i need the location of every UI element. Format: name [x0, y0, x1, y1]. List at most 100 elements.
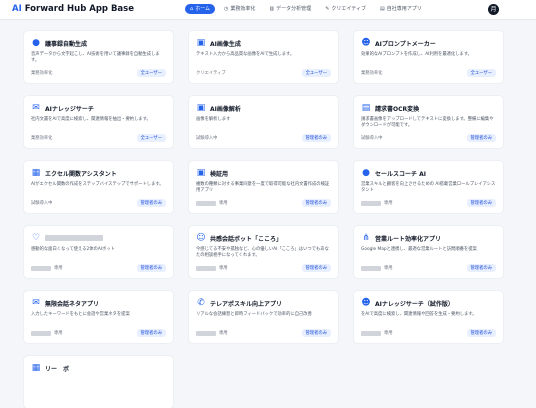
- app-card[interactable]: ▣ 検証用 複数の種類に対する事業同意を一度で取得可能な社内文書作成の検証用アプリ専…: [189, 161, 338, 213]
- table-icon: ▦: [31, 363, 41, 373]
- access-badge: 全ユーザー: [301, 69, 331, 77]
- app-card[interactable]: ▤ 請求書OCR変換請求書画像をアップロードしてテキストに変換します。整備に編集や…: [354, 96, 503, 148]
- nav-label: ホーム: [195, 6, 211, 12]
- card-description: 今感じてる不安や孤独など、心の優しいAI「こころ」はいつでもあなたの相談相手にな…: [196, 247, 329, 258]
- redacted-category: [196, 200, 216, 206]
- access-badge: 管理者のみ: [466, 134, 496, 142]
- card-title: テレアポスキル向上アプリ: [210, 301, 283, 308]
- brand-name: Forward Hub App Base: [21, 4, 134, 14]
- access-badge: 管理者のみ: [136, 329, 166, 337]
- nav-item-1[interactable]: ◷ 業務効率化: [219, 4, 260, 14]
- brand-ai: AI: [12, 4, 22, 14]
- card-category: 試験導入中: [196, 136, 218, 141]
- category-shared: 専用: [384, 266, 393, 271]
- category-shared: 専用: [219, 331, 228, 336]
- table-icon: ▦: [31, 168, 41, 178]
- app-card[interactable]: ✉ 無限会話ネタアプリ 入力したキーワードをもとに会話や営業ネタを提案 専用 管理者のみ: [24, 291, 173, 343]
- card-category: 専用: [361, 200, 393, 206]
- redacted-category: [31, 265, 51, 271]
- category-shared: 専用: [384, 201, 393, 206]
- nav-item-2[interactable]: ▥ データ分析管理: [264, 4, 316, 14]
- card-title: AIプロンプトメーカー: [375, 41, 436, 48]
- app-card[interactable]: ▦ エクセル関数アシスタント AIがエクセル関数の作成をステップバイステップでサポー…: [24, 161, 173, 213]
- access-badge: 管理者のみ: [466, 329, 496, 337]
- access-badge: 管理者のみ: [301, 134, 331, 142]
- app-card[interactable]: ☻ AIナレッジサーチ（試作版） をAIで高度に検索し、関連情報や回答を生成・要約し…: [354, 291, 503, 343]
- card-category: 専用: [196, 265, 228, 271]
- card-title: 共感会話ボット「こころ」: [210, 236, 283, 243]
- card-title: AIナレッジサーチ（試作版）: [375, 301, 454, 308]
- access-badge: 管理者のみ: [301, 199, 331, 207]
- phone-icon: ✆: [197, 298, 205, 308]
- card-category: 業務効率化: [361, 71, 383, 76]
- access-badge: 管理者のみ: [136, 199, 166, 207]
- card-description: 社内文書をAIで高度に検索し、関連情報を抽出・要約します。: [31, 117, 151, 122]
- app-card[interactable]: ⋔ 営業ルート効率化アプリ Google Mapと連携し、最適な営業ルートと訪問順番…: [354, 226, 503, 278]
- redacted-category: [361, 265, 381, 271]
- nav-item-3[interactable]: ✎ クリエイティブ: [320, 4, 371, 14]
- card-description: 効果的なAIプロンプトを作成し、AI利用を最適化します。: [361, 52, 472, 57]
- app-card[interactable]: ● セールスコーチ AI 営業スキルと顧客を向上させるための AI搭載営業ロールプレ…: [354, 161, 503, 213]
- mic-icon: ●: [32, 38, 40, 48]
- card-title: AIナレッジサーチ: [45, 106, 94, 113]
- redacted-category: [31, 330, 51, 336]
- document-icon: ▤: [361, 103, 371, 113]
- redacted-category: [196, 265, 216, 271]
- card-description: 入力したキーワードをもとに会話や営業ネタを提案: [31, 312, 130, 317]
- card-category: 業務効率化: [31, 136, 53, 141]
- card-description: 営業スキルと顧客を向上させるための AI搭載営業ロールプレイアシスタント: [361, 182, 496, 193]
- app-card[interactable]: ✆ テレアポスキル向上アプリリアルな会話練習と即時フィードバックで効率的に自己改善…: [189, 291, 338, 343]
- card-title: 請求書OCR変換: [375, 106, 420, 113]
- access-badge: 管理者のみ: [301, 329, 331, 337]
- person-icon: ●: [362, 168, 370, 178]
- card-description: リアルな会話練習と即時フィードバックで効率的に自己改善: [196, 312, 312, 317]
- category-shared: 専用: [219, 266, 228, 271]
- card-title: リー ボ: [45, 366, 70, 373]
- card-title: AI画像生成: [210, 41, 241, 48]
- card-description: 音声データから文字起こし、AI技術を用いて議事録を自動生成します。: [31, 52, 160, 63]
- top-bar: AI Forward Hub App Base ⌂ ホーム ◷ 業務効率化 ▥ データ分析…: [0, 0, 536, 20]
- robot-icon: ☻: [361, 38, 371, 48]
- heart-icon: ♡: [31, 233, 41, 243]
- nav-item-4[interactable]: ▤ 自社専用アプリ: [375, 4, 427, 14]
- card-description: 請求書画像をアップロードしてテキストに変換します。整備に編集やダウンロードが可能…: [361, 117, 494, 128]
- app-card[interactable]: ▣ AI画像解析 画像を解析します 試験導入中 管理者のみ: [189, 96, 338, 148]
- nav-item-0[interactable]: ⌂ ホーム: [185, 4, 216, 14]
- clock-icon: ◷: [224, 6, 229, 12]
- card-description: 画像を解析します: [196, 117, 231, 122]
- app-card[interactable]: ✉ AIナレッジサーチ社内文書をAIで高度に検索し、関連情報を抽出・要約します。業…: [24, 96, 173, 148]
- home-icon: ⌂: [190, 6, 194, 12]
- access-badge: 全ユーザー: [466, 69, 496, 77]
- access-badge: 管理者のみ: [301, 264, 331, 272]
- redacted-title: [45, 234, 103, 241]
- app-card-partial[interactable]: ▦ リー ボ: [24, 356, 173, 408]
- card-title: 検証用: [210, 171, 229, 178]
- app-card[interactable]: ☻ AIプロンプトメーカー効果的なAIプロンプトを作成し、AI利用を最適化します。…: [354, 31, 503, 83]
- app-brand[interactable]: AI Forward Hub App Base: [12, 4, 134, 14]
- card-title: [45, 234, 103, 241]
- card-description: をAIで高度に検索し、関連情報や回答を生成・要約します。: [361, 312, 477, 317]
- smile-icon: ☺: [196, 233, 206, 243]
- card-category: 試験導入中: [31, 201, 53, 206]
- app-card[interactable]: ▣ AI画像生成 テキスト入力から高品質な画像をAIで生成します。 クリエイティブ 全ユ…: [189, 31, 338, 83]
- card-category: クリエイティブ: [196, 71, 226, 76]
- access-badge: 管理者のみ: [466, 199, 496, 207]
- card-category: 専用: [196, 200, 228, 206]
- card-category: 専用: [361, 265, 393, 271]
- card-description: Google Mapと連携し、最適な営業ルートと訪問順番を提案: [361, 247, 477, 252]
- user-avatar[interactable]: 月: [488, 4, 499, 15]
- chat-icon: ✉: [32, 103, 40, 113]
- robot-icon: ☻: [361, 298, 371, 308]
- card-description: 複数の種類に対する事業同意を一度で取得可能な社内文書作成の検証用アプリ: [196, 182, 330, 193]
- app-card[interactable]: ♡ 感動的な面白くなって使える2体のAIボット 専用 管理者のみ: [24, 226, 173, 278]
- redacted-category: [361, 330, 381, 336]
- app-card[interactable]: ● 議事録自動生成 音声データから文字起こし、AI技術を用いて議事録を自動生成します…: [24, 31, 173, 83]
- card-category: 試験導入中: [361, 136, 383, 141]
- card-description: AIがエクセル関数の作成をステップバイステップでサポートします。: [31, 182, 164, 187]
- chart-icon: ▥: [269, 6, 275, 12]
- category-shared: 専用: [54, 266, 63, 271]
- image-icon: ▣: [196, 38, 206, 48]
- card-category: 専用: [31, 330, 63, 336]
- access-badge: 全ユーザー: [136, 69, 166, 77]
- app-card[interactable]: ☺ 共感会話ボット「こころ」今感じてる不安や孤独など、心の優しいAI「こころ」はい…: [189, 226, 338, 278]
